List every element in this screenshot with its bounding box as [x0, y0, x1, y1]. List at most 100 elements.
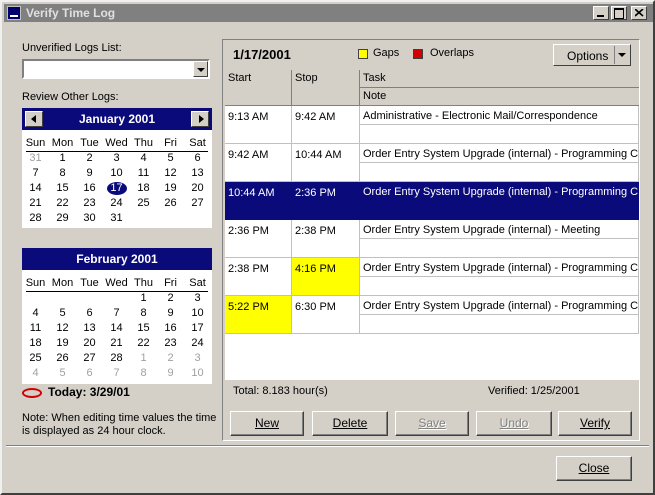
calendar-day[interactable]: 7 — [103, 366, 130, 381]
calendar-day[interactable]: 4 — [22, 366, 49, 381]
stop-time-cell[interactable]: 9:42 AM — [292, 106, 360, 144]
undo-button[interactable]: Undo — [476, 411, 552, 436]
today-link[interactable]: Today: 3/29/01 — [22, 385, 130, 399]
calendar-day[interactable]: 21 — [22, 196, 49, 211]
start-time-cell[interactable]: 10:44 AM — [225, 182, 292, 220]
task-cell[interactable]: Order Entry System Upgrade (internal) - … — [360, 258, 639, 277]
calendar-day[interactable]: 20 — [76, 336, 103, 351]
task-cell[interactable]: Order Entry System Upgrade (internal) - … — [360, 296, 639, 315]
stop-time-cell[interactable]: 6:30 PM — [292, 296, 360, 334]
calendar-day[interactable]: 11 — [22, 321, 49, 336]
calendar-day[interactable]: 7 — [103, 306, 130, 321]
verify-button[interactable]: Verify — [558, 411, 632, 436]
task-cell[interactable]: Order Entry System Upgrade (internal) - … — [360, 182, 639, 201]
calendar-day[interactable]: 1 — [130, 351, 157, 366]
calendar-day[interactable]: 14 — [103, 321, 130, 336]
calendar-day[interactable]: 3 — [184, 351, 211, 366]
calendar-day[interactable]: 23 — [76, 196, 103, 211]
column-header-note[interactable]: Note — [360, 88, 639, 106]
calendar-day[interactable]: 25 — [22, 351, 49, 366]
calendar-day[interactable]: 15 — [49, 181, 76, 196]
calendar-day[interactable]: 9 — [157, 366, 184, 381]
calendar-day[interactable]: 27 — [76, 351, 103, 366]
calendar-day[interactable]: 31 — [22, 151, 49, 166]
note-cell[interactable] — [360, 315, 639, 334]
calendar-day[interactable]: 29 — [49, 211, 76, 226]
minimize-button[interactable] — [593, 6, 609, 20]
column-header-task[interactable]: Task — [360, 70, 639, 88]
calendar-day[interactable]: 22 — [130, 336, 157, 351]
note-cell[interactable] — [360, 239, 639, 258]
calendar-day[interactable]: 1 — [130, 291, 157, 306]
calendar-day[interactable]: 19 — [49, 336, 76, 351]
calendar-day[interactable]: 4 — [22, 306, 49, 321]
calendar-day[interactable]: 12 — [49, 321, 76, 336]
log-row[interactable]: 9:42 AM 10:44 AM Order Entry System Upgrad… — [225, 144, 639, 182]
next-month-button[interactable] — [191, 111, 209, 127]
calendar-day[interactable]: 20 — [184, 181, 211, 196]
calendar-day[interactable]: 25 — [130, 196, 157, 211]
new-button[interactable]: New — [230, 411, 304, 436]
calendar-day[interactable]: 30 — [76, 211, 103, 226]
calendar-day[interactable]: 28 — [22, 211, 49, 226]
close-button[interactable]: Close — [556, 456, 632, 481]
calendar-day[interactable]: 14 — [22, 181, 49, 196]
app-icon[interactable] — [7, 6, 21, 20]
calendar-day[interactable]: 18 — [130, 181, 157, 196]
start-time-cell[interactable]: 2:38 PM — [225, 258, 292, 296]
selected-log-row[interactable]: 10:44 AM 2:36 PM Order Entry System Upgrad… — [225, 182, 639, 220]
delete-button[interactable]: Delete — [312, 411, 388, 436]
calendar-day[interactable]: 24 — [184, 336, 211, 351]
calendar-day[interactable]: 5 — [49, 366, 76, 381]
calendar-day[interactable]: 13 — [76, 321, 103, 336]
task-cell[interactable]: Order Entry System Upgrade (internal) - … — [360, 220, 639, 239]
options-dropdown-button[interactable] — [614, 46, 629, 64]
calendar-day[interactable]: 9 — [157, 306, 184, 321]
calendar-day[interactable]: 16 — [76, 181, 103, 196]
calendar-day[interactable]: 6 — [76, 306, 103, 321]
save-button[interactable]: Save — [395, 411, 469, 436]
calendar-day[interactable]: 15 — [130, 321, 157, 336]
calendar-day[interactable]: 21 — [103, 336, 130, 351]
calendar-day[interactable]: 12 — [157, 166, 184, 181]
start-time-cell[interactable]: 9:42 AM — [225, 144, 292, 182]
calendar-day[interactable]: 18 — [22, 336, 49, 351]
column-header-stop[interactable]: Stop — [292, 70, 360, 106]
column-header-start[interactable]: Start — [225, 70, 292, 106]
close-window-button[interactable] — [631, 6, 647, 20]
selected-day[interactable]: 17 — [103, 181, 130, 196]
stop-time-cell[interactable]: 4:16 PM — [292, 258, 360, 296]
stop-time-cell[interactable]: 2:36 PM — [292, 182, 360, 220]
calendar-day[interactable]: 13 — [184, 166, 211, 181]
log-row[interactable]: 2:38 PM 4:16 PM Order Entry System Upgrade… — [225, 258, 639, 296]
title-bar[interactable]: Verify Time Log — [4, 4, 653, 22]
dropdown-button[interactable] — [193, 61, 208, 77]
calendar-day[interactable]: 2 — [157, 291, 184, 306]
calendar-day[interactable]: 23 — [157, 336, 184, 351]
calendar-day[interactable]: 16 — [157, 321, 184, 336]
calendar-day[interactable]: 17 — [184, 321, 211, 336]
calendar-day[interactable]: 8 — [49, 166, 76, 181]
calendar-day[interactable]: 2 — [157, 351, 184, 366]
unverified-logs-dropdown[interactable] — [22, 59, 210, 79]
calendar-day[interactable]: 10 — [184, 366, 211, 381]
start-time-cell[interactable]: 2:36 PM — [225, 220, 292, 258]
calendar-day[interactable]: 10 — [103, 166, 130, 181]
note-cell[interactable] — [360, 125, 639, 144]
calendar-day[interactable]: 5 — [49, 306, 76, 321]
calendar-day[interactable]: 31 — [103, 211, 130, 226]
log-row[interactable]: 5:22 PM 6:30 PM Order Entry System Upgrade… — [225, 296, 639, 334]
calendar-day[interactable]: 24 — [103, 196, 130, 211]
note-cell[interactable] — [360, 201, 639, 220]
calendar-day[interactable]: 7 — [22, 166, 49, 181]
calendar-day[interactable]: 6 — [76, 366, 103, 381]
calendar-day[interactable]: 26 — [49, 351, 76, 366]
calendar-day[interactable]: 6 — [184, 151, 211, 166]
calendar-day[interactable]: 8 — [130, 366, 157, 381]
log-row[interactable]: 9:13 AM 9:42 AM Administrative - Electroni… — [225, 106, 639, 144]
start-time-cell[interactable]: 9:13 AM — [225, 106, 292, 144]
calendar-day[interactable]: 8 — [130, 306, 157, 321]
task-cell[interactable]: Order Entry System Upgrade (internal) - … — [360, 144, 639, 163]
note-cell[interactable] — [360, 277, 639, 296]
calendar-day[interactable]: 5 — [157, 151, 184, 166]
